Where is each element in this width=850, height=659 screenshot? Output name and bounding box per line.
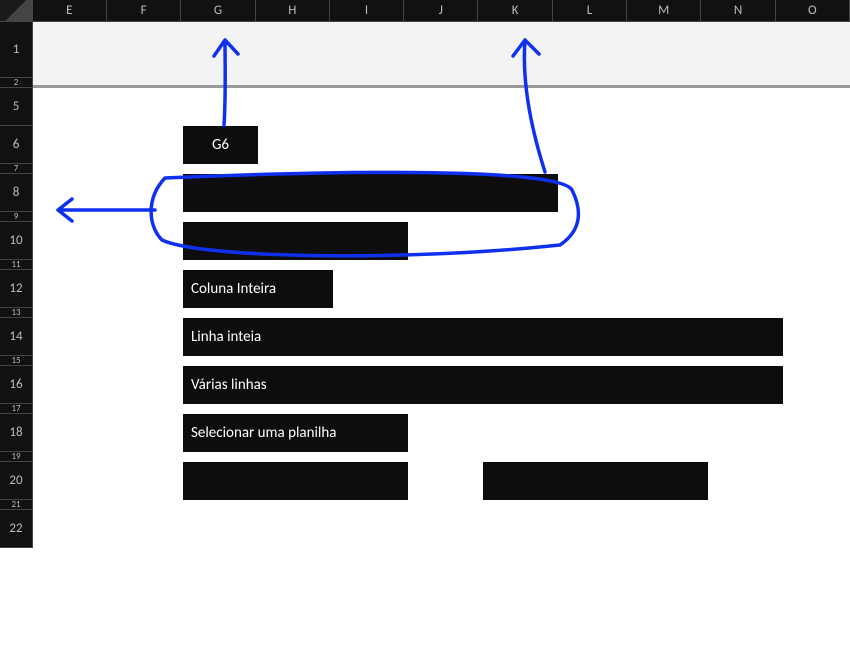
row-header-21[interactable]: 21 [0,500,33,510]
cell-g6[interactable]: G6 [183,126,258,164]
cell-g8-k8[interactable] [183,174,558,212]
col-header-K[interactable]: K [478,0,552,22]
cell-g18[interactable]: Selecionar uma planilha [183,414,408,452]
row-header-18[interactable]: 18 [0,414,33,452]
frozen-rows-area[interactable] [33,22,850,88]
cell-k20-m20[interactable] [483,462,708,500]
row-header-16[interactable]: 16 [0,366,33,404]
col-header-F[interactable]: F [107,0,181,22]
row-header-5[interactable]: 5 [0,88,33,126]
cell-g14[interactable]: Linha inteia [183,318,783,356]
row-headers-column: 1 2 5 6 7 8 9 10 11 12 13 14 15 16 17 18… [0,22,33,548]
row-header-8[interactable]: 8 [0,174,33,212]
cell-g12[interactable]: Coluna Inteira [183,270,333,308]
column-headers-row: E F G H I J K L M N O [0,0,850,22]
row-header-17[interactable]: 17 [0,404,33,414]
col-header-I[interactable]: I [330,0,404,22]
row-header-20[interactable]: 20 [0,462,33,500]
row-header-7[interactable]: 7 [0,164,33,174]
col-header-H[interactable]: H [256,0,330,22]
col-header-E[interactable]: E [33,0,107,22]
row-header-1[interactable]: 1 [0,22,33,78]
col-header-N[interactable]: N [701,0,775,22]
row-header-19[interactable]: 19 [0,452,33,462]
cell-g10-i10[interactable] [183,222,408,260]
row-header-9[interactable]: 9 [0,212,33,222]
row-header-13[interactable]: 13 [0,308,33,318]
row-header-22[interactable]: 22 [0,510,33,548]
row-header-2[interactable]: 2 [0,78,33,88]
col-header-M[interactable]: M [627,0,701,22]
row-header-11[interactable]: 11 [0,260,33,270]
row-header-15[interactable]: 15 [0,356,33,366]
col-header-J[interactable]: J [404,0,478,22]
row-header-10[interactable]: 10 [0,222,33,260]
col-header-L[interactable]: L [553,0,627,22]
col-header-O[interactable]: O [776,0,850,22]
cell-g20-i20[interactable] [183,462,408,500]
row-header-12[interactable]: 12 [0,270,33,308]
col-header-G[interactable]: G [181,0,255,22]
select-all-corner[interactable] [0,0,33,22]
row-header-14[interactable]: 14 [0,318,33,356]
row-header-6[interactable]: 6 [0,126,33,164]
cell-g16[interactable]: Várias linhas [183,366,783,404]
worksheet-area[interactable]: G6 Coluna Inteira Linha inteia Várias li… [33,88,850,659]
